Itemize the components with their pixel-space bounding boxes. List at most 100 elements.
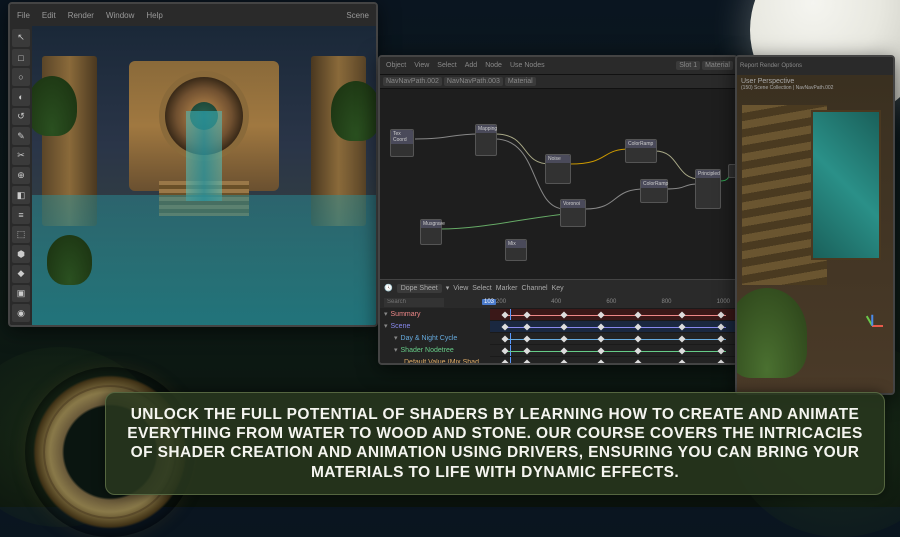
keyframe[interactable] bbox=[678, 359, 685, 365]
keyframe[interactable] bbox=[560, 335, 567, 342]
keyframe-track[interactable] bbox=[490, 332, 736, 344]
keyframe[interactable] bbox=[501, 311, 508, 318]
tool-c[interactable]: ◆ bbox=[12, 265, 30, 283]
dope-menu-key[interactable]: Key bbox=[552, 285, 564, 292]
select-tool[interactable]: ↖ bbox=[12, 29, 30, 47]
menu-report[interactable]: Report Render bbox=[740, 63, 779, 69]
keyframe[interactable] bbox=[523, 335, 530, 342]
dope-menu-view[interactable]: View bbox=[453, 285, 468, 292]
keyframe[interactable] bbox=[597, 311, 604, 318]
dope-channel-row[interactable]: ▾Day & Night Cycle bbox=[380, 332, 736, 344]
expand-icon[interactable]: ▾ bbox=[394, 335, 398, 342]
node-graph[interactable]: Tex Coord Mapping Noise ColorRamp Vorono… bbox=[380, 89, 736, 279]
keyframe[interactable] bbox=[597, 335, 604, 342]
tool-a[interactable]: ⬚ bbox=[12, 226, 30, 244]
keyframe[interactable] bbox=[678, 347, 685, 354]
tool-d[interactable]: ▣ bbox=[12, 285, 30, 303]
keyframe-track[interactable] bbox=[490, 320, 736, 332]
expand-icon[interactable]: ▾ bbox=[384, 323, 388, 330]
slot-dropdown[interactable]: Slot 1 bbox=[676, 61, 700, 70]
menu-file[interactable]: File bbox=[14, 10, 33, 21]
keyframe[interactable] bbox=[501, 323, 508, 330]
node-mix[interactable]: Mix bbox=[505, 239, 527, 261]
keyframe[interactable] bbox=[597, 347, 604, 354]
dope-menu-marker[interactable]: Marker bbox=[496, 285, 518, 292]
node-musgrave[interactable]: Musgrave bbox=[420, 219, 442, 245]
menu-render[interactable]: Render bbox=[65, 10, 97, 21]
node-voronoi[interactable]: Voronoi bbox=[560, 199, 586, 227]
material-tab-1[interactable]: NavNavPath.002 bbox=[383, 77, 442, 86]
keyframe-track[interactable] bbox=[490, 308, 736, 320]
add-tool[interactable]: ⊕ bbox=[12, 167, 30, 185]
dope-menu-channel[interactable]: Channel bbox=[522, 285, 548, 292]
secondary-viewport[interactable]: User Perspective (150) Scene Collection … bbox=[737, 75, 893, 393]
tool-b[interactable]: ⬢ bbox=[12, 245, 30, 263]
keyframe[interactable] bbox=[718, 335, 725, 342]
keyframe[interactable] bbox=[678, 311, 685, 318]
keyframe[interactable] bbox=[560, 347, 567, 354]
node-noise[interactable]: Noise bbox=[545, 154, 571, 184]
current-frame-marker[interactable]: 103 bbox=[482, 299, 496, 305]
expand-icon[interactable]: ▾ bbox=[394, 347, 398, 354]
menu-object[interactable]: Object bbox=[383, 61, 409, 70]
keyframe[interactable] bbox=[634, 359, 641, 365]
menu-node[interactable]: Node bbox=[482, 61, 505, 70]
expand-icon[interactable]: ▾ bbox=[384, 311, 388, 318]
menu-edit[interactable]: Edit bbox=[39, 10, 59, 21]
keyframe[interactable] bbox=[523, 359, 530, 365]
keyframe[interactable] bbox=[597, 359, 604, 365]
keyframe[interactable] bbox=[678, 335, 685, 342]
keyframe[interactable] bbox=[560, 311, 567, 318]
keyframe[interactable] bbox=[560, 323, 567, 330]
keyframe[interactable] bbox=[718, 359, 725, 365]
keyframe[interactable] bbox=[634, 347, 641, 354]
keyframe-track[interactable] bbox=[490, 356, 736, 365]
keyframe[interactable] bbox=[501, 335, 508, 342]
keyframe[interactable] bbox=[718, 323, 725, 330]
menu-select[interactable]: Select bbox=[434, 61, 459, 70]
dope-channel-row[interactable]: ▾Scene bbox=[380, 320, 736, 332]
node-colorramp-2[interactable]: ColorRamp bbox=[640, 179, 668, 203]
dope-timeline-ruler[interactable]: 103 200 400 600 800 1000 bbox=[380, 296, 736, 308]
box-tool[interactable]: □ bbox=[12, 49, 30, 67]
material-tab-2[interactable]: NavNavPath.003 bbox=[444, 77, 503, 86]
dope-editor-dropdown[interactable]: Dope Sheet bbox=[397, 284, 442, 293]
dope-channel-row[interactable]: ▾Shader Nodetree bbox=[380, 344, 736, 356]
keyframe[interactable] bbox=[501, 347, 508, 354]
keyframe-track[interactable] bbox=[490, 344, 736, 356]
rotate-tool[interactable]: ↺ bbox=[12, 108, 30, 126]
circle-tool[interactable]: ○ bbox=[12, 68, 30, 86]
menu-view[interactable]: View bbox=[411, 61, 432, 70]
keyframe[interactable] bbox=[523, 311, 530, 318]
menu-options[interactable]: Options bbox=[781, 63, 802, 69]
node-texcoord[interactable]: Tex Coord bbox=[390, 129, 414, 157]
keyframe[interactable] bbox=[523, 347, 530, 354]
material-tab-3[interactable]: Material bbox=[505, 77, 536, 86]
menu-window[interactable]: Window bbox=[103, 10, 137, 21]
keyframe[interactable] bbox=[560, 359, 567, 365]
node-mapping[interactable]: Mapping bbox=[475, 124, 497, 156]
keyframe[interactable] bbox=[634, 311, 641, 318]
material-dropdown[interactable]: Material bbox=[702, 61, 733, 70]
dope-channel-row[interactable]: ▾Summary bbox=[380, 308, 736, 320]
keyframe[interactable] bbox=[634, 323, 641, 330]
node-colorramp-1[interactable]: ColorRamp bbox=[625, 139, 657, 163]
dope-menu-select[interactable]: Select bbox=[472, 285, 491, 292]
keyframe[interactable] bbox=[678, 323, 685, 330]
annotate-tool[interactable]: ✎ bbox=[12, 127, 30, 145]
navigation-gizmo[interactable] bbox=[859, 312, 885, 338]
measure-tool[interactable]: ◧ bbox=[12, 186, 30, 204]
menu-help[interactable]: Help bbox=[143, 10, 165, 21]
keyframe[interactable] bbox=[523, 323, 530, 330]
keyframe[interactable] bbox=[597, 323, 604, 330]
more-tool[interactable]: ≡ bbox=[12, 206, 30, 224]
dope-search-input[interactable] bbox=[384, 298, 444, 307]
keyframe[interactable] bbox=[718, 347, 725, 354]
keyframe[interactable] bbox=[634, 335, 641, 342]
knife-tool[interactable]: ✂ bbox=[12, 147, 30, 165]
dope-channel-row[interactable]: Default Value (Mix Shad bbox=[380, 356, 736, 365]
viewport-3d[interactable] bbox=[32, 26, 376, 325]
use-nodes-toggle[interactable]: Use Nodes bbox=[507, 61, 548, 70]
tool-e[interactable]: ◉ bbox=[12, 304, 30, 322]
scene-dropdown[interactable]: Scene bbox=[343, 10, 372, 21]
